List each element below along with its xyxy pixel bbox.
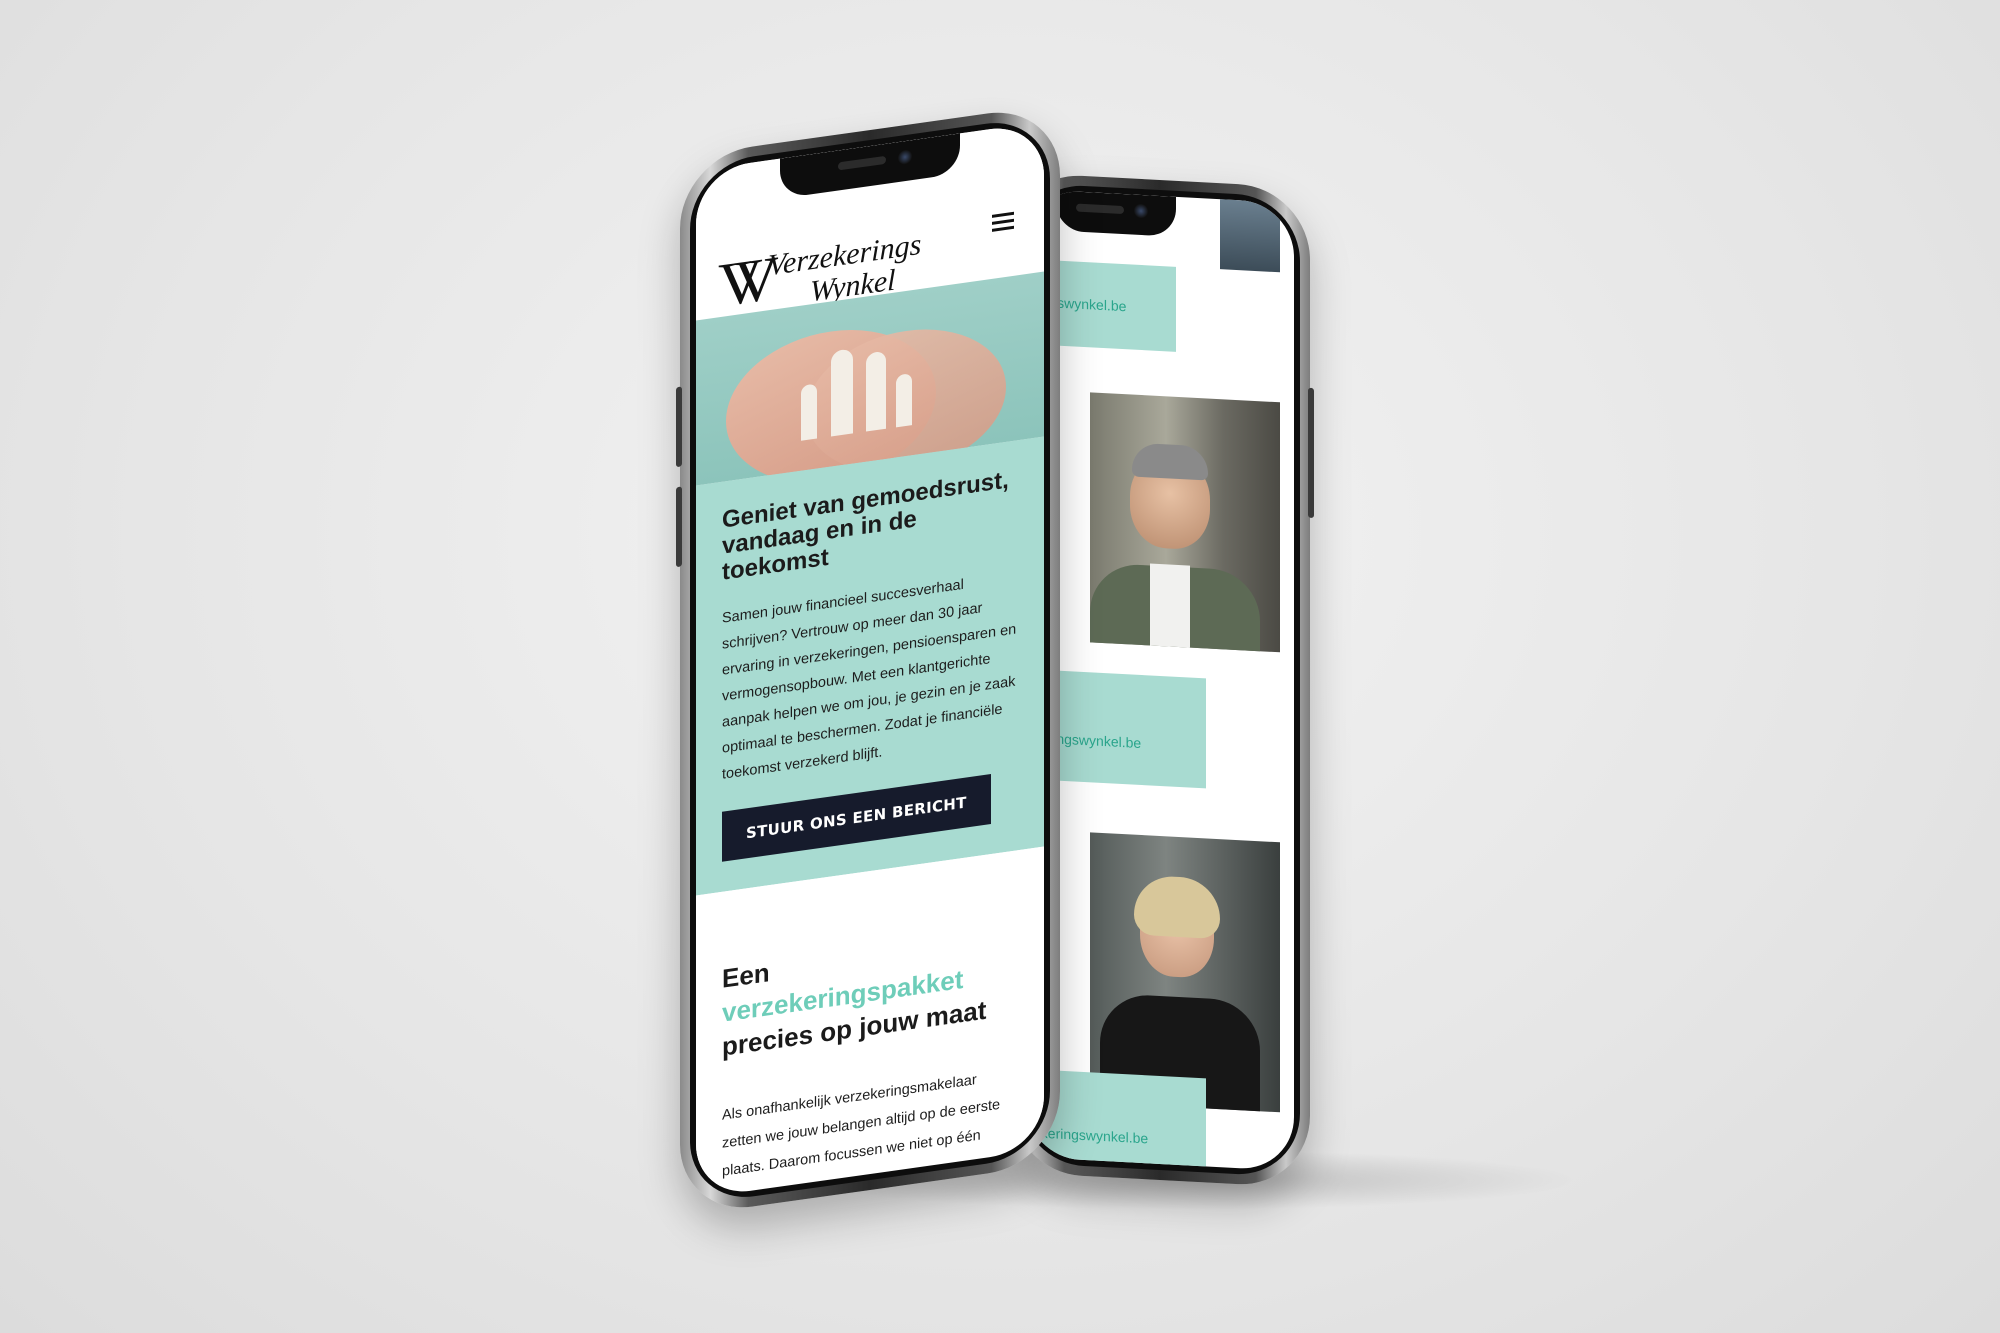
- logo-mark-icon[interactable]: VV: [718, 244, 779, 321]
- front-phone: VV Verzekerings Wynkel Geniet van gemoed…: [676, 103, 1060, 1217]
- hamburger-menu-icon[interactable]: [992, 208, 1014, 236]
- send-message-button[interactable]: STUUR ONS EEN BERICHT: [722, 774, 991, 862]
- team-photo-top: [1220, 199, 1280, 273]
- team-photo-woman: [1090, 832, 1280, 1113]
- package-section: Een verzekeringspakket precies op jouw ma…: [696, 846, 1044, 1190]
- back-phone-screen: eringswynkel.be ekeringswynkel.be zekeri…: [1026, 188, 1294, 1172]
- package-heading: Een verzekeringspakket precies op jouw ma…: [722, 957, 987, 1062]
- hero-body-text: Samen jouw financieel succesverhaal schr…: [722, 576, 1017, 783]
- volume-up-button: [676, 386, 682, 468]
- volume-down-button: [676, 486, 682, 568]
- back-phone-notch: [1056, 190, 1176, 237]
- package-body-text: Als onafhankelijk verzekeringsmakelaar z…: [722, 1072, 1001, 1180]
- speaker-grille: [1076, 203, 1124, 215]
- hero-heading: Geniet van gemoedsrust, vandaag en in de…: [722, 466, 1009, 586]
- front-camera: [1134, 203, 1148, 219]
- front-phone-screen: VV Verzekerings Wynkel Geniet van gemoed…: [696, 121, 1044, 1199]
- power-button: [1308, 387, 1314, 519]
- hero-section: Geniet van gemoedsrust, vandaag en in de…: [696, 436, 1044, 896]
- front-camera: [898, 149, 912, 166]
- team-photo-man: [1090, 392, 1280, 653]
- speaker-grille: [838, 155, 886, 171]
